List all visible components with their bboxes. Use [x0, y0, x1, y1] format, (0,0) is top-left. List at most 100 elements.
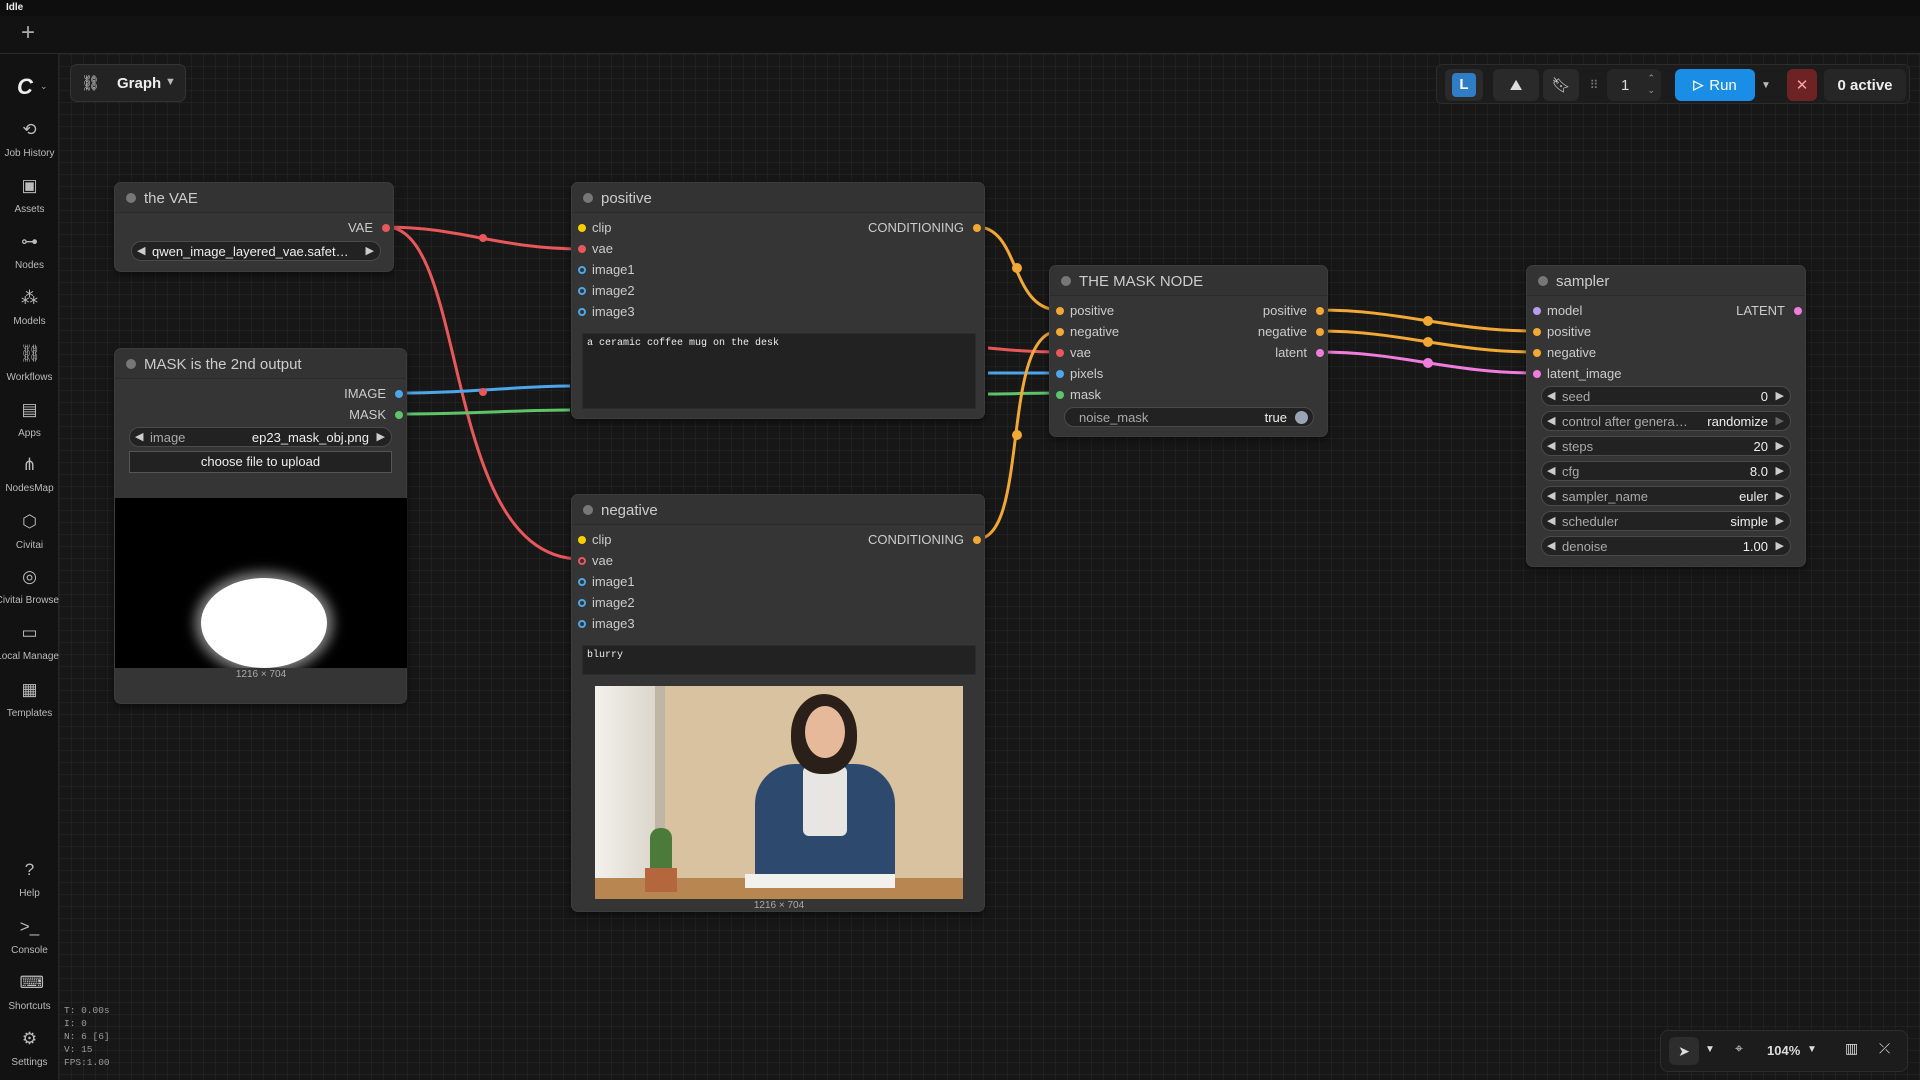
steps-widget[interactable]: ◀ steps 20 ▶ [1541, 436, 1791, 456]
sampler-name-widget[interactable]: ◀ sampler_name euler ▶ [1541, 486, 1791, 506]
seed-widget[interactable]: ◀ seed 0 ▶ [1541, 386, 1791, 406]
arrow-left-icon[interactable]: ◀ [1547, 414, 1555, 427]
input-pin-mask[interactable] [1056, 391, 1064, 399]
input-pin-image1[interactable] [578, 266, 586, 274]
input-pin-vae[interactable] [1056, 349, 1064, 357]
collapse-dot[interactable] [126, 359, 136, 369]
stepper-arrows-icon[interactable]: ⌃ ⌄ [1647, 72, 1655, 96]
chevron-down-icon[interactable]: ▼ [1807, 1044, 1817, 1055]
arrow-right-icon[interactable]: ▶ [1776, 489, 1784, 502]
noise-mask-toggle[interactable]: noise_mask true [1064, 407, 1314, 427]
input-pin-image3[interactable] [578, 620, 586, 628]
arrow-right-icon[interactable]: ▶ [1776, 414, 1784, 427]
close-icon: ✕ [1795, 77, 1809, 94]
node-mask-inpaint[interactable]: THE MASK NODE positive negative vae pixe… [1049, 265, 1328, 437]
node-header[interactable]: sampler [1527, 266, 1805, 296]
node-header[interactable]: MASK is the 2nd output [115, 349, 406, 379]
input-pin-negative[interactable] [1533, 349, 1541, 357]
collapse-dot[interactable] [583, 505, 593, 515]
arrow-right-icon[interactable]: ▶ [366, 244, 374, 257]
input-pin-vae[interactable] [578, 557, 586, 565]
arrow-right-icon[interactable]: ▶ [1776, 389, 1784, 402]
input-pin-clip[interactable] [578, 536, 586, 544]
input-pin-negative[interactable] [1056, 328, 1064, 336]
widget-label: sampler_name [1562, 489, 1648, 504]
input-pin-image3[interactable] [578, 308, 586, 316]
input-pin-image2[interactable] [578, 287, 586, 295]
widget-value: 0 [1760, 389, 1768, 404]
arrow-right-icon[interactable]: ▶ [377, 430, 385, 443]
positive-prompt-textarea[interactable]: a ceramic coffee mug on the desk [582, 333, 976, 409]
control-after-generate-widget[interactable]: ◀ control after genera… randomize ▶ [1541, 411, 1791, 431]
arrow-right-icon[interactable]: ▶ [1776, 514, 1784, 527]
arrow-left-icon[interactable]: ◀ [1547, 439, 1555, 452]
arrow-left-icon[interactable]: ◀ [137, 244, 145, 257]
node-header[interactable]: negative [572, 495, 984, 525]
active-queue-badge[interactable]: 0 active [1824, 69, 1906, 101]
arrow-left-icon[interactable]: ◀ [135, 430, 143, 443]
image-combo[interactable]: ◀ image ep23_mask_obj.png ▶ [129, 427, 392, 447]
select-mode-button[interactable]: ➤ [1669, 1037, 1699, 1065]
cfg-widget[interactable]: ◀ cfg 8.0 ▶ [1541, 461, 1791, 481]
upload-button[interactable]: choose file to upload [129, 451, 392, 473]
node-header[interactable]: positive [572, 183, 984, 213]
scheduler-widget[interactable]: ◀ scheduler simple ▶ [1541, 511, 1791, 531]
output-pin-conditioning[interactable] [973, 224, 981, 232]
extension-button[interactable]: ⛰ [1493, 69, 1539, 101]
collapse-dot[interactable] [1061, 276, 1071, 286]
queue-count-input[interactable]: 1 ⌃ ⌄ [1607, 69, 1661, 101]
input-pin-latent-image[interactable] [1533, 370, 1541, 378]
input-pin-positive[interactable] [1533, 328, 1541, 336]
output-pin-latent[interactable] [1316, 349, 1324, 357]
arrow-left-icon[interactable]: ◀ [1547, 389, 1555, 402]
output-pin-latent[interactable] [1794, 307, 1802, 315]
minimap-button[interactable]: ▥ [1845, 1040, 1858, 1057]
output-pin-negative[interactable] [1316, 328, 1324, 336]
chevron-down-icon[interactable]: ▼ [1705, 1044, 1715, 1055]
toggle-links-button[interactable]: ⤫ [1879, 1040, 1890, 1057]
output-pin-positive[interactable] [1316, 307, 1324, 315]
zoom-level[interactable]: 104% [1767, 1043, 1800, 1058]
logo-l-button[interactable]: L [1445, 69, 1483, 101]
negative-prompt-textarea[interactable]: blurry [582, 645, 976, 675]
node-load-image-mask[interactable]: MASK is the 2nd output IMAGE MASK ◀ imag… [114, 348, 407, 704]
node-positive-encode[interactable]: positive clip vae image1 image2 image3 C… [571, 182, 985, 419]
drag-handle-icon[interactable]: ⠿ [1587, 69, 1601, 101]
arrow-right-icon[interactable]: ▶ [1776, 464, 1784, 477]
arrow-left-icon[interactable]: ◀ [1547, 489, 1555, 502]
node-header[interactable]: THE MASK NODE [1050, 266, 1327, 296]
node-ksampler[interactable]: sampler model positive negative latent_i… [1526, 265, 1806, 567]
run-button[interactable]: ▷ Run [1675, 69, 1755, 101]
arrow-right-icon[interactable]: ▶ [1776, 439, 1784, 452]
collapse-dot[interactable] [1538, 276, 1548, 286]
run-options-chevron-icon[interactable]: ▼ [1757, 69, 1775, 101]
input-pin-clip[interactable] [578, 224, 586, 232]
output-pin-conditioning[interactable] [973, 536, 981, 544]
input-pin-model[interactable] [1533, 307, 1541, 315]
toggle-knob[interactable] [1295, 411, 1308, 424]
node-vae-loader[interactable]: the VAE VAE ◀ qwen_image_layered_vae.saf… [114, 182, 394, 272]
input-pin-image1[interactable] [578, 578, 586, 586]
output-pin-vae[interactable] [382, 224, 390, 232]
cancel-button[interactable]: ✕ [1787, 69, 1817, 101]
denoise-widget[interactable]: ◀ denoise 1.00 ▶ [1541, 536, 1791, 556]
input-pin-pixels[interactable] [1056, 370, 1064, 378]
collapse-dot[interactable] [583, 193, 593, 203]
arrow-left-icon[interactable]: ◀ [1547, 464, 1555, 477]
node-header[interactable]: the VAE [115, 183, 393, 213]
fit-view-button[interactable]: ⌖ [1735, 1040, 1743, 1057]
output-slot-latent: LATENT [1736, 303, 1785, 318]
input-pin-vae[interactable] [578, 245, 586, 253]
bookmark-button[interactable]: 🔖︎ [1543, 69, 1579, 101]
arrow-left-icon[interactable]: ◀ [1547, 539, 1555, 552]
graph-menu-button[interactable]: ⛓ Graph ▼ [70, 64, 186, 102]
arrow-right-icon[interactable]: ▶ [1776, 539, 1784, 552]
arrow-left-icon[interactable]: ◀ [1547, 514, 1555, 527]
input-pin-image2[interactable] [578, 599, 586, 607]
vae-name-combo[interactable]: ◀ qwen_image_layered_vae.safet… ▶ [131, 241, 381, 261]
collapse-dot[interactable] [126, 193, 136, 203]
node-negative-encode[interactable]: negative clip vae image1 image2 image3 C… [571, 494, 985, 912]
output-pin-mask[interactable] [395, 411, 403, 419]
input-pin-positive[interactable] [1056, 307, 1064, 315]
output-pin-image[interactable] [395, 390, 403, 398]
